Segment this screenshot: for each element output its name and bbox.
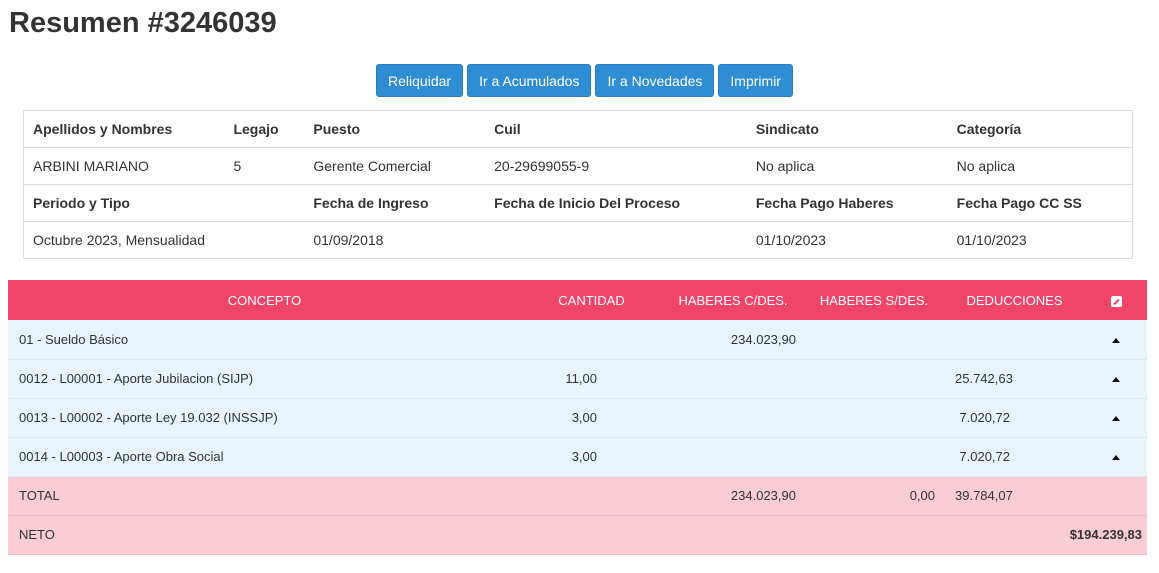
total-empty-cell [1085, 476, 1147, 515]
info-value: 01/09/2018 [304, 221, 486, 259]
total-deducciones: 39.784,07 [955, 488, 1013, 503]
acumulados-button[interactable]: Ir a Acumulados [467, 64, 592, 97]
column-header-haberes-c: HABERES C/DES. [678, 292, 788, 308]
info-header: Puesto [304, 110, 486, 148]
edit-icon[interactable] [1110, 295, 1122, 307]
column-header-concepto: CONCEPTO [227, 292, 302, 308]
haberes-c-cell: 234.023,90 [730, 331, 796, 347]
total-row: TOTAL 234.023,90 0,00 39.784,07 [8, 476, 1147, 515]
action-bar: Reliquidar Ir a Acumulados Ir a Novedade… [0, 64, 1159, 97]
info-header: Fecha de Inicio Del Proceso [485, 184, 747, 222]
concepts-panel: CONCEPTO CANTIDAD HABERES C/DES. HABERES… [8, 280, 1147, 555]
table-row: 0013 - L00002 - Aporte Ley 19.032 (INSSJ… [8, 398, 1147, 437]
deducciones-cell: 25.742,63 [955, 371, 1013, 386]
total-haberes-c: 234.023,90 [730, 488, 796, 503]
row-toggle-cell [1085, 437, 1147, 476]
deducciones-cell: 7.020,72 [959, 410, 1010, 425]
info-value-row-1: ARBINI MARIANO 5 Gerente Comercial 20-29… [23, 147, 1133, 185]
column-header-cantidad: CANTIDAD [558, 292, 625, 308]
info-header: Cuil [485, 110, 747, 148]
info-header: Fecha Pago CC SS [947, 184, 1133, 222]
info-value: 01/10/2023 [746, 221, 948, 259]
haberes-c-cell [662, 398, 804, 437]
table-row: 0012 - L00001 - Aporte Jubilacion (SIJP)… [8, 359, 1147, 398]
haberes-s-cell [804, 398, 944, 437]
row-toggle-cell [1085, 398, 1147, 437]
info-header: Categoría [947, 110, 1133, 148]
triangle-up-icon[interactable] [1112, 337, 1120, 343]
info-header: Sindicato [746, 110, 948, 148]
neto-label: NETO [19, 527, 55, 542]
info-value: No aplica [746, 147, 948, 185]
info-value [485, 221, 747, 259]
concepts-table: CONCEPTO CANTIDAD HABERES C/DES. HABERES… [8, 280, 1147, 555]
haberes-s-cell [804, 320, 944, 359]
info-value: Gerente Comercial [304, 147, 486, 185]
info-header [224, 184, 305, 222]
haberes-c-cell [662, 359, 804, 398]
imprimir-button[interactable]: Imprimir [718, 64, 793, 97]
concepto-cell: 0013 - L00002 - Aporte Ley 19.032 (INSSJ… [19, 410, 278, 425]
column-header-haberes-s: HABERES S/DES. [819, 292, 929, 308]
info-header-row-2: Periodo y Tipo Fecha de Ingreso Fecha de… [23, 184, 1133, 222]
info-header: Legajo [224, 110, 305, 148]
employee-info-table: Apellidos y Nombres Legajo Puesto Cuil S… [23, 110, 1133, 259]
concepts-header-row: CONCEPTO CANTIDAD HABERES C/DES. HABERES… [8, 280, 1147, 320]
haberes-s-cell [804, 437, 944, 476]
page-title: Resumen #3246039 [9, 7, 277, 39]
deducciones-cell [944, 320, 1085, 359]
info-value [224, 221, 305, 259]
info-header: Fecha Pago Haberes [746, 184, 948, 222]
edit-column-header [1085, 280, 1147, 320]
info-value: 01/10/2023 [947, 221, 1133, 259]
total-label: TOTAL [19, 488, 60, 503]
deducciones-cell: 7.020,72 [959, 449, 1010, 464]
cantidad-cell: 11,00 [565, 371, 597, 386]
table-row: 01 - Sueldo Básico 234.023,90 [8, 320, 1147, 359]
row-toggle-cell [1085, 359, 1147, 398]
triangle-up-icon[interactable] [1112, 377, 1120, 383]
novedades-button[interactable]: Ir a Novedades [595, 64, 715, 97]
cantidad-cell: 3,00 [571, 449, 597, 464]
info-header: Periodo y Tipo [23, 184, 225, 222]
info-value: 5 [224, 147, 305, 185]
info-header: Apellidos y Nombres [23, 110, 225, 148]
total-haberes-s: 0,00 [909, 488, 935, 503]
info-value-row-2: Octubre 2023, Mensualidad 01/09/2018 01/… [23, 221, 1133, 259]
haberes-c-cell [662, 437, 804, 476]
concepto-cell: 01 - Sueldo Básico [19, 331, 129, 347]
concepto-cell: 0012 - L00001 - Aporte Jubilacion (SIJP) [19, 371, 254, 386]
cantidad-cell: 3,00 [571, 410, 597, 425]
info-value: 20-29699055-9 [485, 147, 747, 185]
concepto-cell: 0014 - L00003 - Aporte Obra Social [19, 449, 224, 464]
total-cantidad-cell [521, 476, 662, 515]
cantidad-cell [521, 320, 662, 359]
column-header-deducciones: DEDUCCIONES [966, 292, 1063, 308]
reliquidar-button[interactable]: Reliquidar [376, 64, 464, 97]
info-value: No aplica [947, 147, 1133, 185]
info-value: ARBINI MARIANO [23, 147, 225, 185]
neto-value: $194.239,83 [1069, 527, 1142, 542]
neto-row: NETO $194.239,83 [8, 515, 1147, 554]
row-toggle-cell [1085, 320, 1147, 359]
haberes-s-cell [804, 359, 944, 398]
info-header: Fecha de Ingreso [304, 184, 486, 222]
info-header-row-1: Apellidos y Nombres Legajo Puesto Cuil S… [23, 110, 1133, 148]
table-row: 0014 - L00003 - Aporte Obra Social 3,00 … [8, 437, 1147, 476]
info-value: Octubre 2023, Mensualidad [23, 221, 225, 259]
triangle-up-icon[interactable] [1112, 416, 1120, 422]
triangle-up-icon[interactable] [1112, 455, 1120, 461]
